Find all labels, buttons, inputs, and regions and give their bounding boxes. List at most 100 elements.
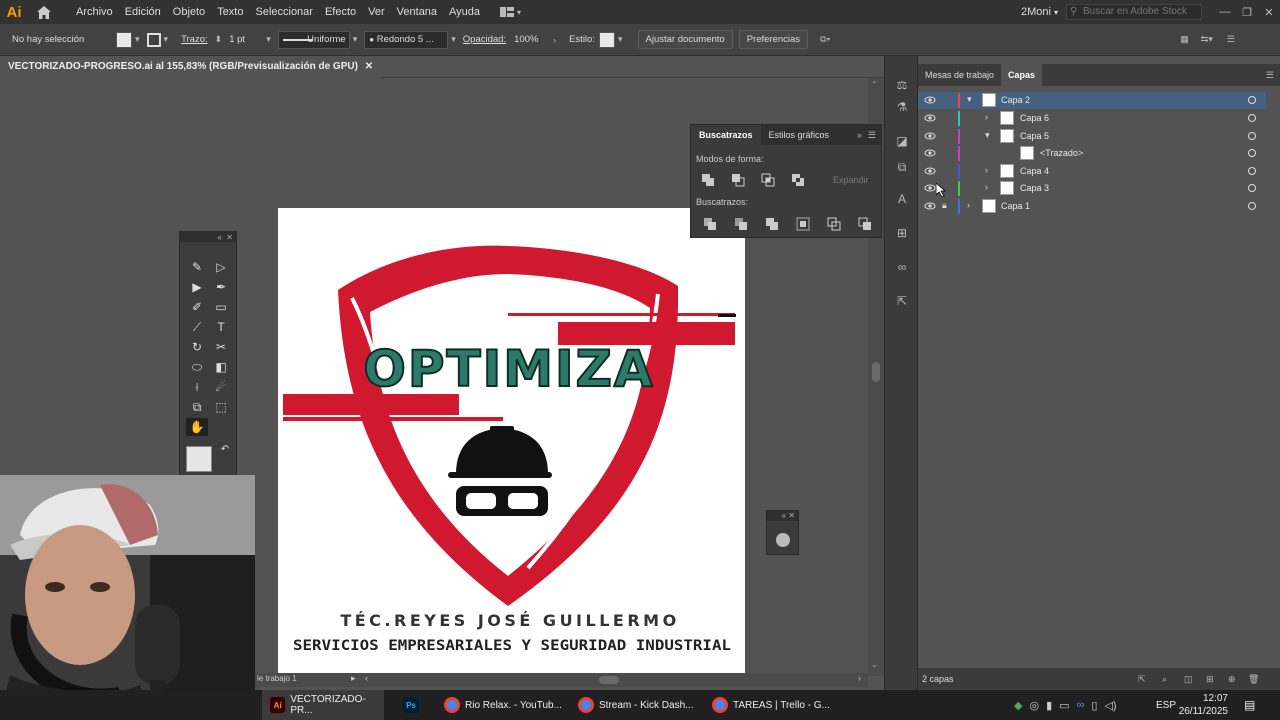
- gradient-tool-icon[interactable]: ◧: [210, 358, 232, 376]
- panel-expand-icon[interactable]: »: [857, 130, 868, 140]
- eye-icon[interactable]: [924, 165, 936, 177]
- new-sublayer-icon[interactable]: ⊞: [1206, 668, 1214, 690]
- tray-battery-icon[interactable]: ▯: [1091, 699, 1097, 712]
- style-dropdown-icon[interactable]: ▾: [615, 34, 626, 45]
- home-icon[interactable]: [30, 0, 58, 24]
- stroke-dropdown-icon[interactable]: ▾: [161, 34, 172, 45]
- menu-objeto[interactable]: Objeto: [167, 0, 211, 24]
- menu-edicion[interactable]: Edición: [119, 0, 167, 24]
- locate-object-icon[interactable]: ⌕: [1162, 668, 1167, 690]
- preferences-button[interactable]: Preferencias: [738, 30, 809, 49]
- notifications-icon[interactable]: ▤: [1244, 690, 1255, 720]
- layer-row[interactable]: › Capa 3: [918, 180, 1266, 197]
- hand-tool-icon[interactable]: ✋: [186, 418, 208, 436]
- delete-layer-icon[interactable]: 🗑︎: [1248, 668, 1259, 690]
- tab-buscatrazos[interactable]: Buscatrazos: [691, 125, 761, 145]
- stroke-profile-select[interactable]: Uniforme: [277, 30, 350, 49]
- export-icon[interactable]: ⇱: [892, 292, 912, 310]
- target-icon[interactable]: [1248, 132, 1256, 140]
- layers-menu-icon[interactable]: ☰: [1260, 64, 1280, 86]
- scroll-right-icon[interactable]: ›: [858, 673, 861, 683]
- horizontal-scroll-thumb[interactable]: [599, 676, 619, 684]
- minus-back-icon[interactable]: [858, 217, 872, 231]
- lock-icon[interactable]: 🔒︎: [942, 200, 947, 211]
- eye-icon[interactable]: [924, 94, 936, 106]
- collapse-icon[interactable]: «: [217, 233, 221, 242]
- stroke-swatch[interactable]: [146, 32, 161, 47]
- eyedropper-icon[interactable]: ⟊: [186, 378, 208, 396]
- menu-ventana[interactable]: Ventana: [391, 0, 443, 24]
- target-icon[interactable]: [1248, 202, 1256, 210]
- tray-steam-icon[interactable]: ◎: [1029, 699, 1039, 712]
- tab-capas[interactable]: Capas: [1001, 64, 1043, 86]
- blend-tool-icon[interactable]: ⧉: [186, 398, 208, 416]
- scroll-left-icon[interactable]: ‹: [365, 673, 368, 683]
- menu-archivo[interactable]: Archivo: [70, 0, 119, 24]
- restore-icon[interactable]: ❐: [1236, 6, 1258, 19]
- chevron-down-icon[interactable]: ▾: [985, 130, 990, 141]
- tray-app-icon[interactable]: ◆: [1014, 699, 1022, 712]
- control-menu-icon[interactable]: ☰: [1224, 34, 1238, 45]
- symbol-sprayer-icon[interactable]: ☄: [210, 378, 232, 396]
- stroke-weight-dropdown-icon[interactable]: ▾: [263, 34, 274, 45]
- type-tool-icon[interactable]: T: [210, 318, 232, 336]
- document-tab[interactable]: VECTORIZADO-PROGRESO.ai al 155,83% (RGB/…: [0, 56, 382, 78]
- transform-dock-icon[interactable]: ⊞: [892, 224, 912, 242]
- swap-colors-icon[interactable]: ↶: [214, 440, 236, 458]
- scroll-down-icon[interactable]: ⌄: [871, 660, 878, 669]
- artboard-tool-icon[interactable]: ⬚: [210, 398, 232, 416]
- taskbar-chrome-kick[interactable]: Stream - Kick Dash...: [572, 690, 698, 720]
- vertical-scroll-thumb[interactable]: [872, 362, 880, 382]
- new-layer-icon[interactable]: ⊕: [1228, 668, 1236, 690]
- outline-icon[interactable]: [827, 217, 841, 231]
- target-icon[interactable]: [1248, 114, 1256, 122]
- taskbar-chrome-trello[interactable]: TAREAS | Trello - G...: [706, 690, 832, 720]
- divide-icon[interactable]: [703, 217, 717, 231]
- unite-icon[interactable]: [701, 173, 715, 187]
- menu-efecto[interactable]: Efecto: [319, 0, 362, 24]
- style-swatch[interactable]: [598, 31, 615, 48]
- next-artboard-icon[interactable]: ▸: [351, 673, 356, 684]
- chevron-right-icon[interactable]: ›: [985, 182, 988, 192]
- tray-volume-icon[interactable]: ◁): [1104, 699, 1116, 712]
- menu-seleccionar[interactable]: Seleccionar: [249, 0, 318, 24]
- close-window-icon[interactable]: ✕: [1258, 6, 1280, 19]
- paintbrush-icon[interactable]: ⟋: [186, 318, 208, 336]
- expand-button[interactable]: Expandir: [833, 175, 869, 185]
- eye-icon[interactable]: [924, 112, 936, 124]
- crop-icon[interactable]: [796, 217, 810, 231]
- selection-tool-icon[interactable]: ▶: [186, 278, 208, 296]
- exclude-icon[interactable]: [791, 173, 805, 187]
- layer-row[interactable]: › Capa 6: [918, 110, 1266, 127]
- brush-dropdown-icon[interactable]: ▾: [448, 34, 459, 45]
- target-icon[interactable]: [1248, 149, 1256, 157]
- scissors-icon[interactable]: ✂: [210, 338, 232, 356]
- arrange-docs-icon[interactable]: ▾: [500, 7, 530, 17]
- rectangle-tool-icon[interactable]: ▭: [210, 298, 232, 316]
- layer-row[interactable]: <Trazado>: [918, 145, 1266, 162]
- tray-mic-icon[interactable]: ▮: [1046, 699, 1052, 712]
- blob-brush-icon[interactable]: ✐: [186, 298, 208, 316]
- eye-icon[interactable]: [924, 200, 936, 212]
- document-setup-button[interactable]: Ajustar documento: [637, 30, 733, 49]
- tab-mesas-de-trabajo[interactable]: Mesas de trabajo: [918, 64, 1001, 86]
- shape-builder-icon[interactable]: ⬭: [186, 358, 208, 376]
- pencil-tool-icon[interactable]: ✎: [186, 258, 208, 276]
- eye-icon[interactable]: [924, 182, 936, 194]
- language-indicator[interactable]: ESP: [1156, 690, 1176, 720]
- target-icon[interactable]: [1248, 184, 1256, 192]
- transform-icon[interactable]: ⇆▾: [1198, 34, 1216, 45]
- minus-front-icon[interactable]: [731, 173, 745, 187]
- assets-icon[interactable]: ⚗: [892, 98, 912, 116]
- eye-icon[interactable]: [924, 130, 936, 142]
- arrange-icon[interactable]: ⧉▾: [817, 34, 833, 45]
- layer-row[interactable]: ▾ Capa 5: [918, 128, 1266, 145]
- menu-ver[interactable]: Ver: [362, 0, 391, 24]
- clock[interactable]: 12:07 26/11/2025: [1179, 690, 1228, 720]
- export-layer-icon[interactable]: ⇱: [1138, 668, 1146, 690]
- direct-selection-icon[interactable]: ▷: [210, 258, 232, 276]
- brush-select[interactable]: ● Redondo 5 ...: [364, 30, 449, 49]
- target-icon[interactable]: [1248, 96, 1256, 104]
- tab-estilos-graficos[interactable]: Estilos gráficos: [761, 125, 838, 145]
- chevron-right-icon[interactable]: ›: [985, 165, 988, 175]
